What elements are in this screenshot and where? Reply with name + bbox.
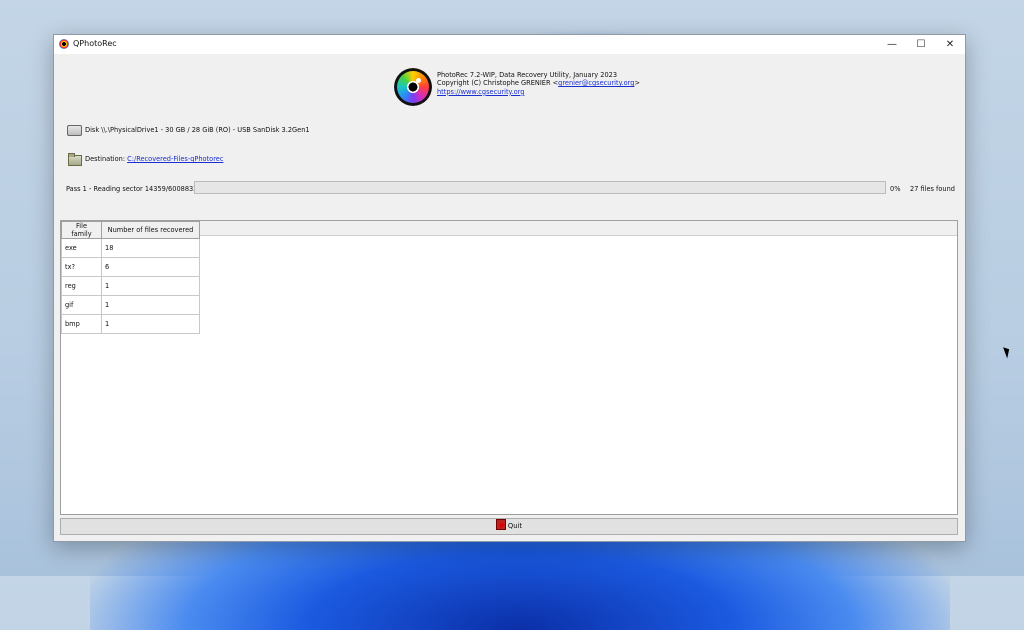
table-row[interactable]: exe 18 [61,238,200,258]
progress-percent: 0% [890,185,901,193]
cell-family: gif [61,295,102,315]
table-row[interactable]: bmp 1 [61,314,200,334]
table-row[interactable]: reg 1 [61,276,200,296]
mouse-cursor-icon [1003,345,1012,359]
destination-label: Destination: [85,155,126,163]
progress-status: Pass 1 - Reading sector 14359/60088320 [66,185,202,193]
cell-family: bmp [61,314,102,334]
results-table: File family Number of files recovered ex… [61,221,200,334]
email-link[interactable]: grenier@cgsecurity.org [558,79,634,87]
progress-bar [194,181,886,194]
minimize-button[interactable]: — [878,35,906,54]
cell-count: 6 [101,257,200,277]
window-title: QPhotoRec [73,39,117,48]
table-row[interactable]: tx? 6 [61,257,200,277]
copyright-line: Copyright (C) Christophe GRENIER <grenie… [437,79,640,88]
quit-button[interactable]: Quit [60,518,958,535]
exit-door-icon [495,518,506,533]
results-table-area[interactable]: File family Number of files recovered ex… [60,220,958,515]
maximize-button[interactable]: ☐ [907,35,935,54]
website-link[interactable]: https://www.cgsecurity.org [437,88,524,96]
table-row[interactable]: gif 1 [61,295,200,315]
cell-count: 1 [101,314,200,334]
disk-icon [67,125,82,136]
destination-row: Destination: C:/Recovered-Files-qPhotore… [85,155,223,163]
column-header-files-recovered[interactable]: Number of files recovered [101,221,200,239]
title-bar[interactable]: QPhotoRec — ☐ ✕ [54,35,965,54]
cell-family: reg [61,276,102,296]
cell-count: 1 [101,295,200,315]
cell-family: tx? [61,257,102,277]
cell-count: 1 [101,276,200,296]
quit-label: Quit [507,522,523,530]
column-header-file-family[interactable]: File family [61,221,102,239]
disk-info: Disk \\.\PhysicalDrive1 - 30 GB / 28 GiB… [85,126,310,134]
cell-count: 18 [101,238,200,258]
photorec-logo-icon [394,68,432,106]
version-line: PhotoRec 7.2-WIP, Data Recovery Utility,… [437,71,618,79]
qphotorec-window: QPhotoRec — ☐ ✕ PhotoRec 7.2-WIP, Data R… [53,34,966,542]
files-found-count: 27 files found [910,185,955,193]
cell-family: exe [61,238,102,258]
close-button[interactable]: ✕ [936,35,964,54]
app-icon [59,39,69,49]
destination-path-link[interactable]: C:/Recovered-Files-qPhotorec [127,155,223,163]
folder-icon [68,153,82,166]
